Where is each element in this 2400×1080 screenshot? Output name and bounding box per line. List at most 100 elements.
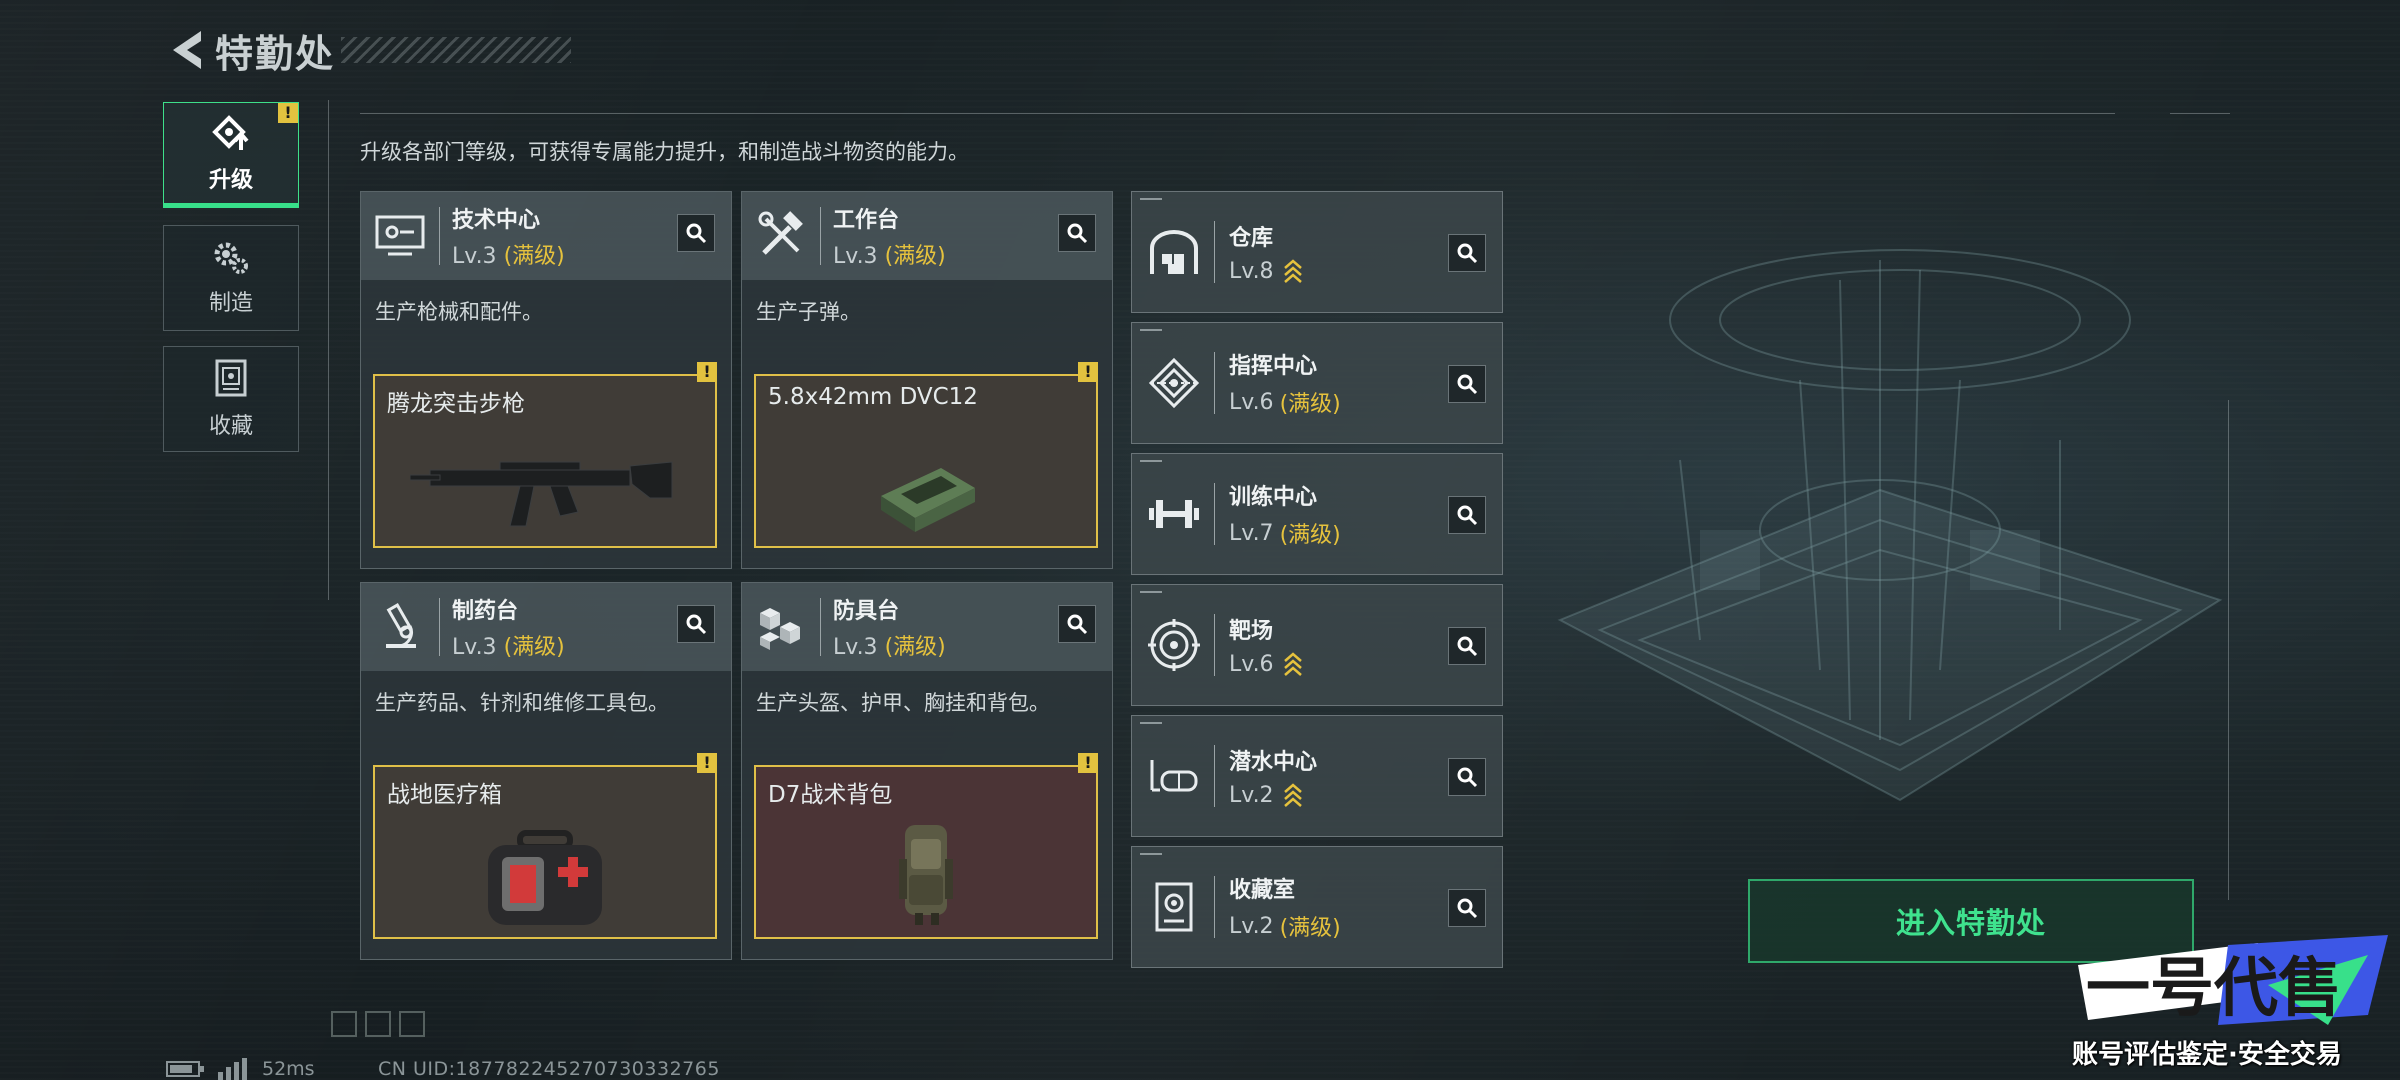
tab-collection[interactable]: 收藏 — [163, 346, 299, 452]
warehouse-icon — [1142, 220, 1206, 284]
collection-icon — [215, 359, 247, 397]
facility-level: Lv.2 (满级) — [1229, 910, 1341, 942]
facility-collection-room[interactable]: 收藏室 Lv.2 (满级) — [1131, 846, 1503, 968]
workbench-level: Lv.3 (满级) — [833, 629, 946, 661]
card-header: 制药台 Lv.3 (满级) — [361, 583, 731, 671]
search-icon — [1457, 636, 1478, 657]
facility-command-center[interactable]: 指挥中心 Lv.6 (满级) — [1131, 322, 1503, 444]
facility-warehouse[interactable]: 仓库 Lv.8 — [1131, 191, 1503, 313]
back-button[interactable] — [163, 25, 207, 75]
workbench-level: Lv.3 (满级) — [452, 238, 565, 270]
tab-label: 升级 — [208, 168, 253, 193]
right-rule — [2228, 400, 2229, 900]
upgrade-icon — [212, 115, 249, 150]
crafting-item-slot[interactable]: ! 腾龙突击步枪 — [373, 362, 717, 548]
workbench-card-pharmacy[interactable]: 制药台 Lv.3 (满级) 生产药品、针剂和维修工具包。 ! 战地医疗箱 — [360, 582, 732, 960]
level-text: Lv.6 — [1229, 389, 1274, 415]
cubes-icon — [750, 596, 812, 658]
max-level-tag: (满级) — [884, 244, 946, 269]
warning-badge: ! — [1078, 753, 1098, 773]
inspect-button[interactable] — [677, 605, 715, 643]
inspect-button[interactable] — [1448, 627, 1486, 665]
item-name: 腾龙突击步枪 — [387, 391, 525, 417]
target-icon — [1142, 613, 1206, 677]
crafting-item-slot[interactable]: ! 5.8x42mm DVC12 — [754, 362, 1098, 548]
warning-badge: ! — [1078, 362, 1098, 382]
facility-name: 靶场 — [1229, 619, 1274, 644]
level-text: Lv.6 — [1229, 651, 1274, 677]
facility-shooting-range[interactable]: 靶场 Lv.6 — [1131, 584, 1503, 706]
watermark-brand: 一号代售 — [2086, 952, 2342, 1026]
back-arrow-icon — [173, 31, 201, 69]
workbench-level: Lv.3 (满级) — [452, 629, 565, 661]
facility-name: 训练中心 — [1229, 485, 1318, 510]
facility-level: Lv.8 — [1229, 258, 1304, 284]
upgrade-chevron-icon — [1283, 783, 1302, 807]
facility-name: 仓库 — [1229, 226, 1274, 251]
backpack-icon — [756, 819, 1096, 929]
warning-badge: ! — [697, 753, 717, 773]
inspect-button[interactable] — [1448, 496, 1486, 534]
medkit-icon — [375, 829, 715, 929]
max-level-tag: (满级) — [503, 635, 565, 660]
card-header: 技术中心 Lv.3 (满级) — [361, 192, 731, 280]
workbench-description: 生产药品、针剂和维修工具包。 — [375, 691, 669, 715]
base-illustration — [1557, 249, 2223, 802]
warning-badge: ! — [697, 362, 717, 382]
search-icon — [1457, 374, 1478, 395]
battery-icon — [166, 1061, 204, 1077]
workbench-description: 生产枪械和配件。 — [375, 300, 543, 324]
tab-upgrade[interactable]: 升级 ! — [163, 102, 299, 208]
facility-level: Lv.6 (满级) — [1229, 386, 1341, 418]
ping-value: 52ms — [262, 1058, 315, 1080]
top-rule — [360, 113, 2115, 114]
facility-training-center[interactable]: 训练中心 Lv.7 (满级) — [1131, 453, 1503, 575]
card-header: 工作台 Lv.3 (满级) — [742, 192, 1112, 280]
divider — [1214, 614, 1215, 676]
page-title: 特勤处 — [215, 31, 336, 76]
search-icon — [686, 223, 707, 244]
facility-diving-center[interactable]: 潜水中心 Lv.2 — [1131, 715, 1503, 837]
level-text: Lv.2 — [1229, 913, 1274, 939]
facility-name: 收藏室 — [1229, 878, 1296, 903]
tab-label: 收藏 — [208, 414, 253, 439]
crafting-item-slot[interactable]: ! D7战术背包 — [754, 753, 1098, 939]
facility-name: 潜水中心 — [1229, 750, 1318, 775]
max-level-tag: (满级) — [503, 244, 565, 269]
crafting-item-slot[interactable]: ! 战地医疗箱 — [373, 753, 717, 939]
search-icon — [1457, 505, 1478, 526]
inspect-button[interactable] — [1448, 365, 1486, 403]
search-icon — [1067, 223, 1088, 244]
dumbbell-icon — [1142, 482, 1206, 546]
max-level-tag: (满级) — [1279, 523, 1341, 548]
rifle-icon — [375, 448, 715, 538]
inspect-button[interactable] — [1448, 758, 1486, 796]
enter-button-label: 进入特勤处 — [1895, 906, 2046, 940]
top-rule-right — [2170, 113, 2230, 114]
tab-craft[interactable]: 制造 — [163, 225, 299, 331]
search-icon — [1457, 898, 1478, 919]
inspect-button[interactable] — [1058, 214, 1096, 252]
command-icon — [1142, 351, 1206, 415]
monitor-icon — [369, 205, 431, 267]
max-level-tag: (满级) — [1279, 392, 1341, 417]
workbench-card-armor[interactable]: 防具台 Lv.3 (满级) 生产头盔、护甲、胸挂和背包。 ! D7战术背包 — [741, 582, 1113, 960]
inspect-button[interactable] — [1058, 605, 1096, 643]
ammo-box-icon — [756, 458, 1096, 538]
inspect-button[interactable] — [677, 214, 715, 252]
facility-name: 指挥中心 — [1229, 354, 1318, 379]
workbench-card-workbench[interactable]: 工作台 Lv.3 (满级) 生产子弹。 ! 5.8x42mm DVC12 — [741, 191, 1113, 569]
item-name: 战地医疗箱 — [387, 782, 502, 808]
diving-mask-icon — [1142, 744, 1206, 808]
microscope-icon — [369, 596, 431, 658]
signal-icon — [218, 1058, 247, 1080]
inspect-button[interactable] — [1448, 234, 1486, 272]
search-icon — [1067, 614, 1088, 635]
facility-level: Lv.2 — [1229, 782, 1317, 808]
section-description: 升级各部门等级，可获得专属能力提升，和制造战斗物资的能力。 — [360, 140, 969, 164]
max-level-tag: (满级) — [884, 635, 946, 660]
divider — [1214, 483, 1215, 545]
inspect-button[interactable] — [1448, 889, 1486, 927]
upgrade-chevron-icon — [1283, 259, 1302, 283]
workbench-card-tech-center[interactable]: 技术中心 Lv.3 (满级) 生产枪械和配件。 ! 腾龙突击步枪 — [360, 191, 732, 569]
